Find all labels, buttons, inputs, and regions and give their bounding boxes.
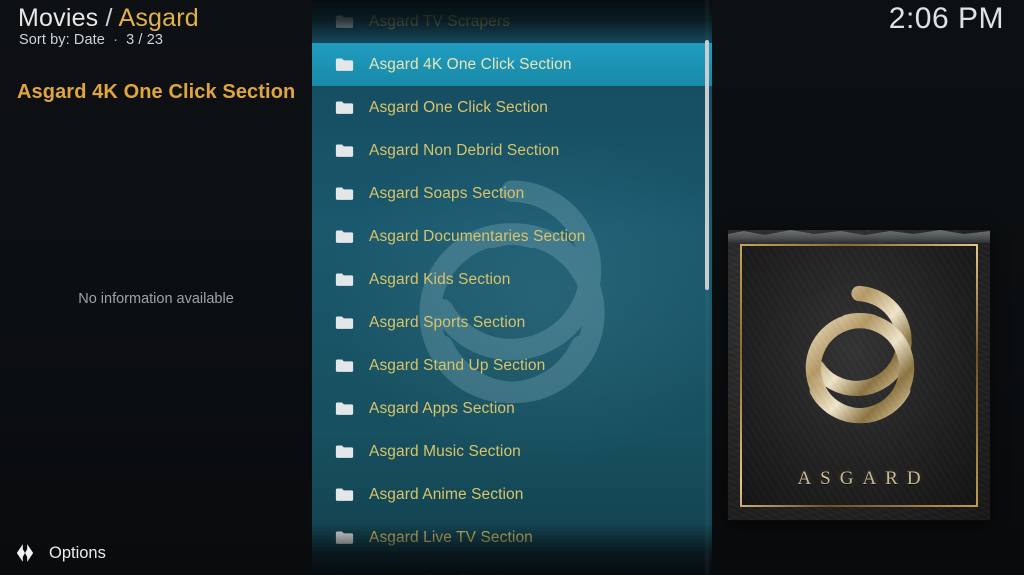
list-item[interactable]: Asgard Kids Section	[312, 258, 712, 301]
list-item-label: Asgard Kids Section	[369, 270, 511, 288]
list-item[interactable]: Asgard Stand Up Section	[312, 344, 712, 387]
info-panel: Movies / Asgard Sort by: Date · 3 / 23 A…	[0, 0, 312, 575]
triple-horn-of-odin-icon	[805, 285, 915, 424]
artwork-panel: 2:06 PM ASGARD	[712, 0, 1024, 575]
folder-list-panel: Asgard TV Scrapers Asgard 4K One Click Se…	[312, 0, 712, 575]
kodi-window: THE REALM OF STRE Asgard TV ScrapersAsga…	[0, 0, 1024, 575]
list-item[interactable]: Asgard Anime Section	[312, 473, 712, 516]
list-item[interactable]: Asgard 4K One Click Section	[312, 43, 712, 86]
sort-separator: ·	[113, 32, 118, 48]
list-scrollbar-thumb[interactable]	[705, 40, 709, 290]
list-item-label: Asgard Live TV Section	[369, 528, 533, 546]
list-item-label: Asgard Documentaries Section	[369, 227, 586, 245]
list-item[interactable]: Asgard Soaps Section	[312, 172, 712, 215]
breadcrumb-root: Movies	[18, 4, 99, 32]
list-item-label: Asgard 4K One Click Section	[369, 55, 572, 73]
folder-icon	[335, 144, 354, 157]
breadcrumb-current: Asgard	[118, 4, 199, 32]
sort-and-position-line: Sort by: Date · 3 / 23	[19, 32, 163, 48]
folder-icon	[335, 445, 354, 458]
folder-icon	[335, 15, 354, 28]
list-item[interactable]: Asgard Live TV Section	[312, 516, 712, 559]
folder-icon	[335, 101, 354, 114]
poster-artwork: ASGARD	[728, 230, 990, 520]
list-item[interactable]: Asgard Non Debrid Section	[312, 129, 712, 172]
list-item-label: Asgard Sports Section	[369, 313, 526, 331]
poster-title: ASGARD	[797, 468, 930, 489]
list-item[interactable]: Asgard Music Section	[312, 430, 712, 473]
list-item-label: Asgard Anime Section	[369, 485, 524, 503]
list-item[interactable]: Asgard One Click Section	[312, 86, 712, 129]
folder-icon	[335, 230, 354, 243]
list-item[interactable]: Asgard TV Scrapers	[312, 0, 712, 43]
left-right-arrows-icon	[16, 544, 34, 562]
options-button[interactable]: Options	[0, 531, 312, 575]
breadcrumb: Movies / Asgard	[18, 4, 199, 33]
folder-icon	[335, 187, 354, 200]
list-item-label: Asgard One Click Search	[369, 572, 545, 575]
folder-icon	[335, 58, 354, 71]
options-label: Options	[49, 543, 106, 562]
list-item-label: Asgard One Click Section	[369, 98, 549, 116]
list-item[interactable]: Asgard Apps Section	[312, 387, 712, 430]
list-item-label: Asgard Stand Up Section	[369, 356, 546, 374]
list-item-label: Asgard TV Scrapers	[369, 12, 511, 30]
selected-item-title: Asgard 4K One Click Section	[17, 81, 296, 103]
folder-icon	[335, 531, 354, 544]
list-item[interactable]: Asgard One Click Search	[312, 559, 712, 575]
folder-icon	[335, 488, 354, 501]
list-item-label: Asgard Non Debrid Section	[369, 141, 560, 159]
no-information-text: No information available	[78, 291, 234, 307]
folder-icon	[335, 359, 354, 372]
list-position: 3 / 23	[126, 32, 164, 48]
folder-icon	[335, 316, 354, 329]
list-item[interactable]: Asgard Sports Section	[312, 301, 712, 344]
list-item-label: Asgard Apps Section	[369, 399, 515, 417]
folder-icon	[335, 273, 354, 286]
folder-list[interactable]: Asgard TV Scrapers Asgard 4K One Click Se…	[312, 0, 712, 575]
list-item-label: Asgard Music Section	[369, 442, 521, 460]
breadcrumb-separator: /	[105, 4, 113, 32]
sort-label: Sort by: Date	[19, 32, 105, 48]
list-item-label: Asgard Soaps Section	[369, 184, 525, 202]
folder-icon	[335, 402, 354, 415]
poster-inner-surface: ASGARD	[742, 246, 976, 505]
list-item[interactable]: Asgard Documentaries Section	[312, 215, 712, 258]
clock: 2:06 PM	[888, 2, 1004, 35]
